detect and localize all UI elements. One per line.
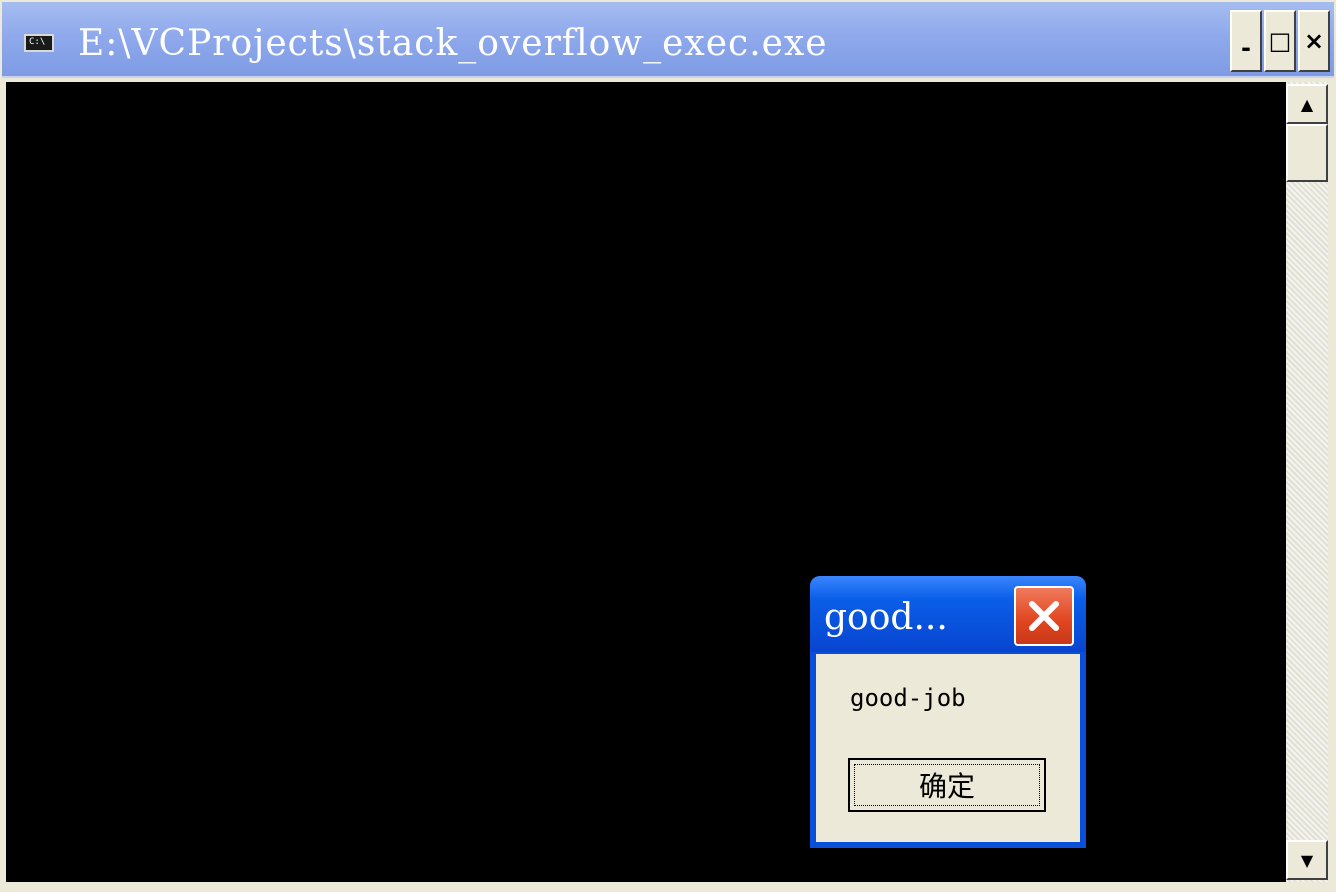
message-box-close-button[interactable] <box>1014 586 1074 646</box>
arrow-up-icon: ▲ <box>1300 94 1314 114</box>
minimize-button[interactable]: - <box>1230 10 1262 72</box>
arrow-down-icon: ▼ <box>1300 850 1314 870</box>
message-text: good-job <box>850 684 966 712</box>
scroll-down-button[interactable]: ▼ <box>1286 840 1328 880</box>
minimize-icon: - <box>1241 34 1251 62</box>
console-app-icon[interactable]: C:\ <box>24 34 54 52</box>
close-button[interactable]: × <box>1298 10 1330 72</box>
console-titlebar[interactable]: C:\ E:\VCProjects\stack_overflow_exec.ex… <box>2 2 1334 78</box>
scroll-up-button[interactable]: ▲ <box>1286 84 1328 124</box>
close-icon: × <box>1303 27 1325 55</box>
ok-button[interactable]: 确定 <box>848 758 1046 812</box>
window-title: E:\VCProjects\stack_overflow_exec.exe <box>78 23 828 64</box>
scroll-thumb[interactable] <box>1286 124 1328 182</box>
console-window: C:\ E:\VCProjects\stack_overflow_exec.ex… <box>0 0 1336 892</box>
maximize-button[interactable]: □ <box>1264 10 1296 72</box>
console-icon-label: C:\ <box>29 37 46 47</box>
maximize-icon: □ <box>1268 27 1292 55</box>
focus-rectangle <box>854 764 1040 806</box>
message-box-title: good... <box>824 597 948 638</box>
close-icon <box>1029 601 1059 631</box>
console-output-area[interactable] <box>6 82 1286 882</box>
message-box-dialog: good... good-job 确定 <box>810 576 1086 848</box>
message-box-titlebar[interactable]: good... <box>810 576 1086 652</box>
window-bottom-border <box>0 882 1336 892</box>
vertical-scrollbar[interactable]: ▲ ▼ <box>1286 82 1328 882</box>
